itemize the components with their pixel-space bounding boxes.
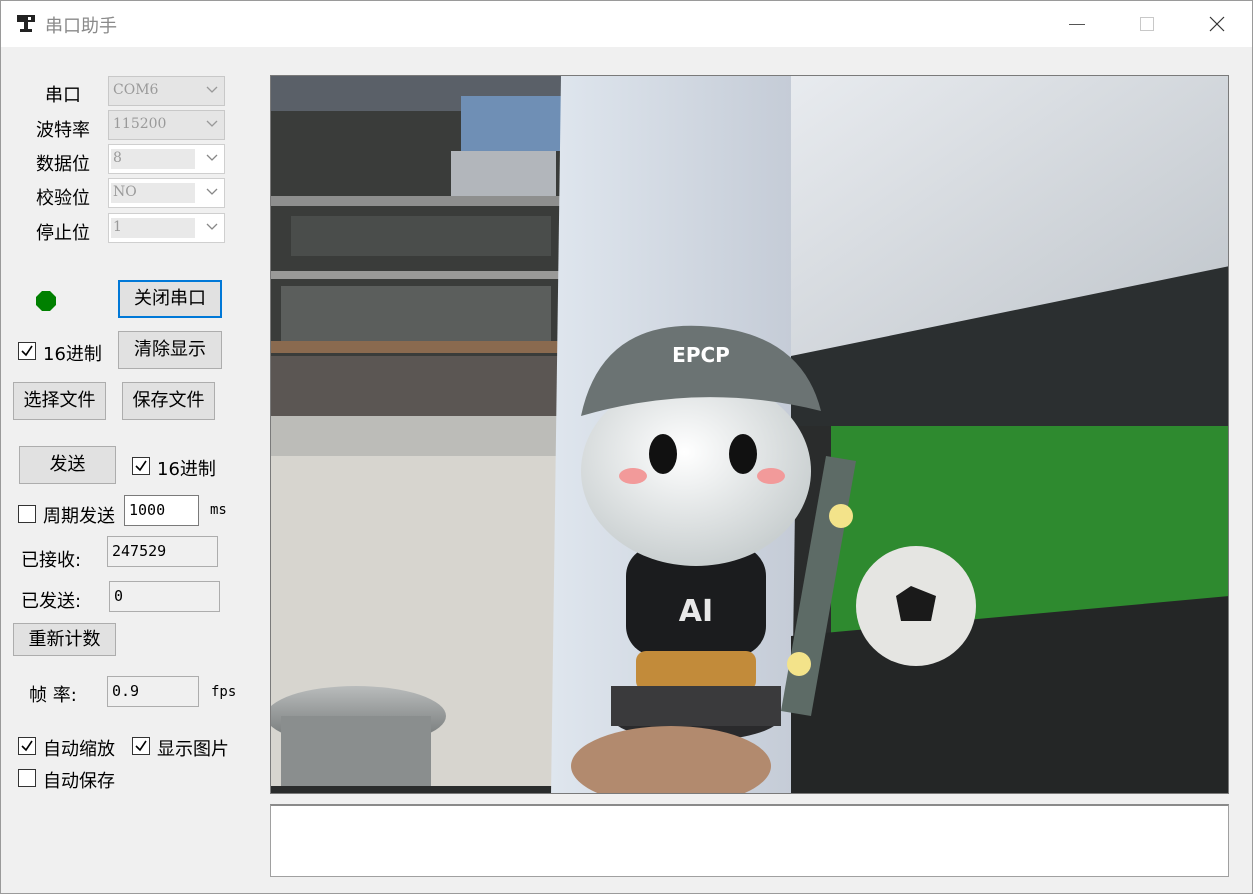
title-bar: 串口助手 <box>1 1 1252 47</box>
auto-zoom-label: 自动缩放 <box>43 739 115 760</box>
receive-hex-label: 16进制 <box>43 344 102 365</box>
frame-rate-label: 帧 率: <box>29 685 77 706</box>
checkmark-icon <box>135 740 147 752</box>
auto-zoom-checkbox[interactable] <box>18 737 36 755</box>
maximize-icon <box>1140 17 1154 31</box>
port-label: 串口 <box>45 85 81 106</box>
clear-display-label: 清除显示 <box>134 339 206 360</box>
checkmark-icon <box>21 345 33 357</box>
figure-cap-text: EPCP <box>672 343 730 367</box>
parity-select[interactable]: NO <box>108 178 225 208</box>
received-count: 247529 <box>107 536 218 567</box>
port-status-led-icon <box>36 291 56 311</box>
close-port-label: 关闭串口 <box>134 288 206 309</box>
figure-shirt-text: AI <box>679 594 713 629</box>
period-input[interactable]: 1000 <box>124 495 199 526</box>
save-file-label: 保存文件 <box>132 390 205 411</box>
stop-bits-select[interactable]: 1 <box>108 213 225 243</box>
maximize-button[interactable] <box>1112 1 1182 47</box>
stop-bits-label: 停止位 <box>36 223 90 244</box>
minimize-button[interactable] <box>1042 1 1112 47</box>
auto-save-label: 自动保存 <box>43 771 115 792</box>
data-bits-label: 数据位 <box>36 154 90 175</box>
parity-value: NO <box>113 184 137 200</box>
data-bits-select[interactable]: 8 <box>108 144 225 174</box>
auto-save-checkbox[interactable] <box>18 769 36 787</box>
stop-bits-field <box>111 218 195 238</box>
receive-hex-checkbox[interactable] <box>18 342 36 360</box>
sent-count: 0 <box>109 581 220 612</box>
chevron-down-icon <box>206 154 218 161</box>
camera-frame-image: AI EPCP <box>271 76 1228 793</box>
app-icon <box>17 15 35 32</box>
chevron-down-icon <box>206 188 218 195</box>
chevron-down-icon <box>206 223 218 230</box>
send-hex-checkbox[interactable] <box>132 457 150 475</box>
baud-label: 波特率 <box>36 120 90 141</box>
select-file-label: 选择文件 <box>23 390 96 411</box>
chevron-down-icon <box>206 120 218 127</box>
baud-value: 115200 <box>113 116 167 132</box>
periodic-send-checkbox[interactable] <box>18 505 36 523</box>
minimize-icon <box>1069 24 1085 25</box>
checkmark-icon <box>135 460 147 472</box>
chevron-down-icon <box>206 86 218 93</box>
camera-image-view: AI EPCP <box>270 75 1229 794</box>
data-bits-field <box>111 149 195 169</box>
close-window-button[interactable] <box>1182 1 1252 47</box>
stop-bits-value: 1 <box>113 219 122 235</box>
show-image-label: 显示图片 <box>157 739 229 760</box>
parity-label: 校验位 <box>36 188 90 209</box>
close-icon <box>1209 16 1225 32</box>
frame-rate-value: 0.9 <box>107 676 199 707</box>
select-file-button[interactable]: 选择文件 <box>13 382 106 420</box>
received-label: 已接收: <box>21 550 82 571</box>
port-value: COM6 <box>113 82 159 98</box>
clear-display-button[interactable]: 清除显示 <box>118 331 222 369</box>
save-file-button[interactable]: 保存文件 <box>122 382 215 420</box>
port-select[interactable]: COM6 <box>108 76 225 106</box>
data-bits-value: 8 <box>113 150 122 166</box>
reset-count-button[interactable]: 重新计数 <box>13 623 116 656</box>
app-window: 串口助手 串口 COM6 波特率 115200 数据位 8 校验位 NO 停止位… <box>0 0 1253 894</box>
send-button[interactable]: 发送 <box>19 446 116 484</box>
period-unit: ms <box>210 502 227 518</box>
reset-count-label: 重新计数 <box>28 629 101 650</box>
close-port-button[interactable]: 关闭串口 <box>118 280 222 318</box>
window-title: 串口助手 <box>45 16 117 37</box>
data-output-box[interactable] <box>270 804 1229 877</box>
send-label: 发送 <box>49 454 86 475</box>
sent-label: 已发送: <box>21 591 82 612</box>
baud-select[interactable]: 115200 <box>108 110 225 140</box>
checkmark-icon <box>21 740 33 752</box>
periodic-send-label: 周期发送 <box>43 506 115 527</box>
show-image-checkbox[interactable] <box>132 737 150 755</box>
send-hex-label: 16进制 <box>157 459 216 480</box>
frame-rate-unit: fps <box>211 684 237 700</box>
